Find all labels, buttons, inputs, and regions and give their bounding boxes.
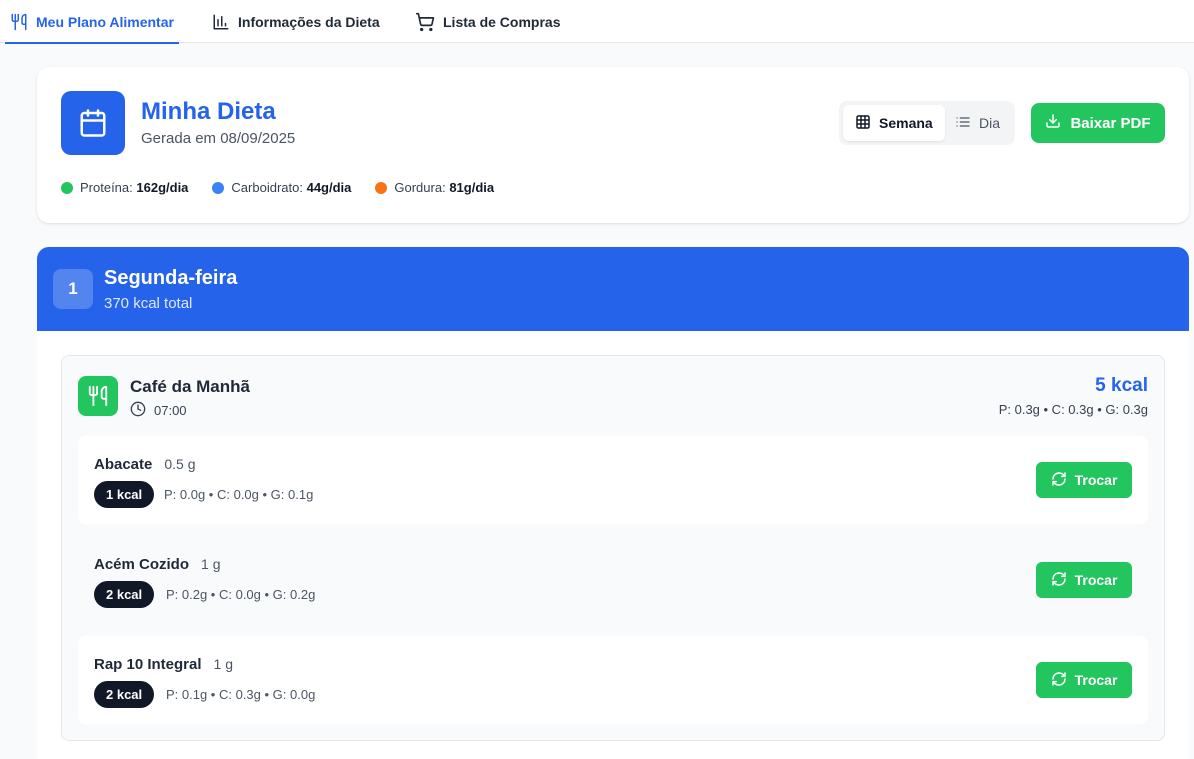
swap-button[interactable]: Trocar — [1036, 462, 1132, 498]
utensils-icon — [78, 376, 118, 416]
food-item: Acém Cozido 1 g 2 kcal P: 0.2g • C: 0.0g … — [78, 536, 1148, 624]
calendar-icon — [61, 91, 125, 155]
week-view-button[interactable]: Semana — [843, 105, 945, 141]
blue-dot-icon — [212, 181, 225, 194]
refresh-icon — [1051, 471, 1067, 490]
food-item: Rap 10 Integral 1 g 2 kcal P: 0.1g • C: 0… — [78, 636, 1148, 724]
meal-macros: P: 0.3g • C: 0.3g • G: 0.3g — [998, 402, 1148, 417]
macro-carb: Carboidrato: 44g/dia — [212, 180, 351, 195]
daily-macros: Proteína: 162g/dia Carboidrato: 44g/dia … — [61, 180, 494, 195]
day-total-kcal: 370 kcal total — [104, 295, 193, 312]
food-name: Acém Cozido — [94, 556, 190, 573]
meal-card: Café da Manhã 07:00 5 kcal P: 0.3g • C: … — [61, 355, 1165, 741]
food-kcal-badge: 2 kcal — [94, 681, 155, 708]
clock-icon — [130, 401, 146, 420]
tab-label: Lista de Compras — [443, 13, 561, 30]
generated-date: Gerada em 08/09/2025 — [141, 130, 296, 147]
day-name: Segunda-feira — [104, 267, 238, 289]
top-tab-bar: Meu Plano Alimentar Informações da Dieta… — [0, 0, 1194, 44]
food-quantity: 1 g — [201, 556, 221, 572]
food-kcal-badge: 1 kcal — [94, 481, 155, 508]
day-body: Café da Manhã 07:00 5 kcal P: 0.3g • C: … — [37, 331, 1189, 759]
food-name: Abacate — [94, 456, 153, 473]
swap-button[interactable]: Trocar — [1036, 562, 1132, 598]
orange-dot-icon — [375, 181, 388, 194]
tab-meu-plano-alimentar[interactable]: Meu Plano Alimentar — [5, 0, 179, 44]
page-title: Minha Dieta — [141, 98, 276, 125]
download-icon — [1045, 113, 1061, 133]
meal-name: Café da Manhã — [130, 377, 250, 396]
tab-lista-de-compras[interactable]: Lista de Compras — [415, 0, 560, 43]
download-pdf-button[interactable]: Baixar PDF — [1031, 103, 1165, 143]
diet-header-card: Minha Dieta Gerada em 08/09/2025 Proteín… — [37, 67, 1189, 223]
refresh-icon — [1051, 571, 1067, 590]
bar-chart-icon — [212, 13, 230, 31]
food-item: Abacate 0.5 g 1 kcal P: 0.0g • C: 0.0g • … — [78, 436, 1148, 524]
day-number-badge: 1 — [53, 269, 93, 309]
view-toggle: Semana Dia — [839, 101, 1015, 145]
day-header[interactable]: 1 Segunda-feira 370 kcal total — [37, 247, 1189, 331]
food-quantity: 1 g — [213, 656, 234, 672]
food-macros: P: 0.2g • C: 0.0g • G: 0.2g — [166, 587, 316, 602]
food-macros: P: 0.0g • C: 0.0g • G: 0.1g — [164, 487, 314, 502]
tab-label: Meu Plano Alimentar — [36, 13, 174, 30]
utensils-icon — [10, 13, 28, 31]
meal-time: 07:00 — [130, 401, 187, 420]
food-macros: P: 0.1g • C: 0.3g • G: 0.0g — [166, 687, 316, 702]
meal-kcal: 5 kcal — [1095, 375, 1148, 396]
macro-fat: Gordura: 81g/dia — [375, 180, 494, 195]
shopping-cart-icon — [415, 12, 435, 32]
refresh-icon — [1051, 671, 1067, 690]
food-kcal-badge: 2 kcal — [94, 581, 155, 608]
food-quantity: 0.5 g — [164, 456, 196, 472]
day-view-button[interactable]: Dia — [943, 105, 1012, 141]
tab-informacoes-da-dieta[interactable]: Informações da Dieta — [212, 0, 380, 43]
swap-button[interactable]: Trocar — [1036, 662, 1132, 698]
grid-icon — [855, 114, 871, 133]
food-name: Rap 10 Integral — [94, 656, 202, 673]
green-dot-icon — [61, 181, 73, 194]
macro-protein: Proteína: 162g/dia — [61, 180, 188, 195]
list-icon — [955, 114, 971, 133]
tab-label: Informações da Dieta — [238, 13, 380, 30]
